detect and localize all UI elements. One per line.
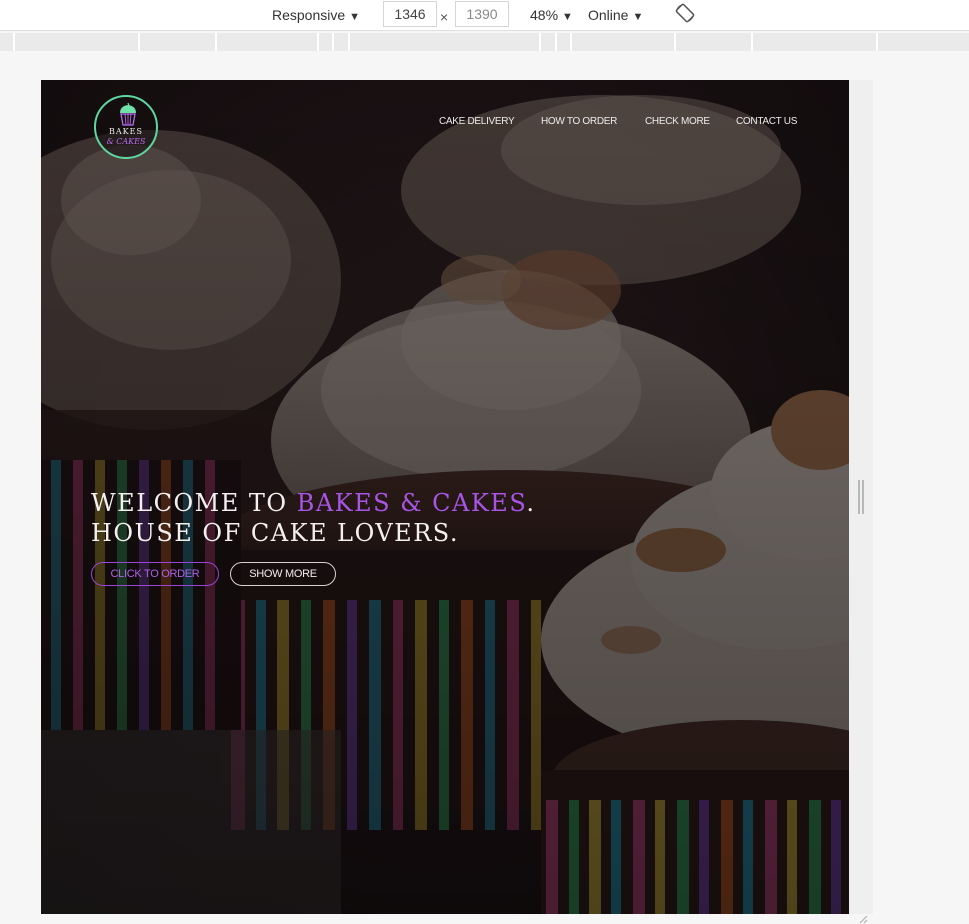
ruler-tick (570, 33, 572, 51)
hero-period: . (526, 489, 536, 517)
ruler-tick (751, 33, 753, 51)
media-query-ruler[interactable] (0, 33, 969, 51)
click-to-order-button[interactable]: CLICK TO ORDER (91, 562, 219, 586)
hero-heading-line1: WELCOME TO BAKES & CAKES. (91, 489, 536, 517)
height-input[interactable]: 1390 (455, 1, 509, 27)
emulated-viewport: BAKES & CAKES CAKE DELIVERY HOW TO ORDER… (41, 80, 849, 914)
dimension-separator: × (440, 9, 449, 25)
zoom-label: 48% (530, 7, 559, 23)
throttle-select[interactable]: Online ▼ (588, 5, 643, 25)
ruler-tick (674, 33, 676, 51)
dropdown-arrow-icon: ▼ (632, 11, 644, 23)
ruler-tick (539, 33, 541, 51)
hero-heading-line2: HOUSE OF CAKE LOVERS. (91, 519, 459, 547)
ruler-tick (215, 33, 217, 51)
dropdown-arrow-icon: ▼ (349, 11, 361, 23)
ruler-tick (317, 33, 319, 51)
device-label: Responsive (272, 7, 346, 23)
nav-contact-us[interactable]: CONTACT US (736, 116, 797, 127)
ruler-tick (555, 33, 557, 51)
width-input[interactable]: 1346 (383, 1, 437, 27)
nav-check-more[interactable]: CHECK MORE (645, 116, 710, 127)
nav-how-to-order[interactable]: HOW TO ORDER (541, 116, 617, 127)
hero-brand-name: BAKES & CAKES (296, 489, 527, 517)
show-more-button[interactable]: SHOW MORE (230, 562, 336, 586)
dropdown-arrow-icon: ▼ (562, 11, 573, 23)
nav-cake-delivery[interactable]: CAKE DELIVERY (439, 116, 515, 127)
device-toolbar: Responsive ▼ 1346 × 1390 48% ▼ Online ▼ (0, 0, 969, 31)
ruler-tick (13, 33, 15, 51)
device-select[interactable]: Responsive ▼ (272, 5, 360, 25)
ruler-tick (876, 33, 878, 51)
hero-welcome: WELCOME TO (91, 489, 297, 517)
ruler-tick (332, 33, 334, 51)
cupcake-icon (120, 103, 136, 126)
rotate-icon[interactable] (674, 2, 696, 24)
site-logo[interactable]: BAKES & CAKES (94, 95, 158, 159)
zoom-select[interactable]: 48% ▼ (530, 5, 573, 25)
logo-subwordmark: & CAKES (106, 137, 146, 146)
corner-resize-icon[interactable] (858, 914, 868, 924)
ruler-tick (138, 33, 140, 51)
resize-handle[interactable] (858, 480, 864, 514)
ruler-tick (348, 33, 350, 51)
throttle-label: Online (588, 7, 629, 23)
logo-wordmark: BAKES (109, 127, 143, 136)
